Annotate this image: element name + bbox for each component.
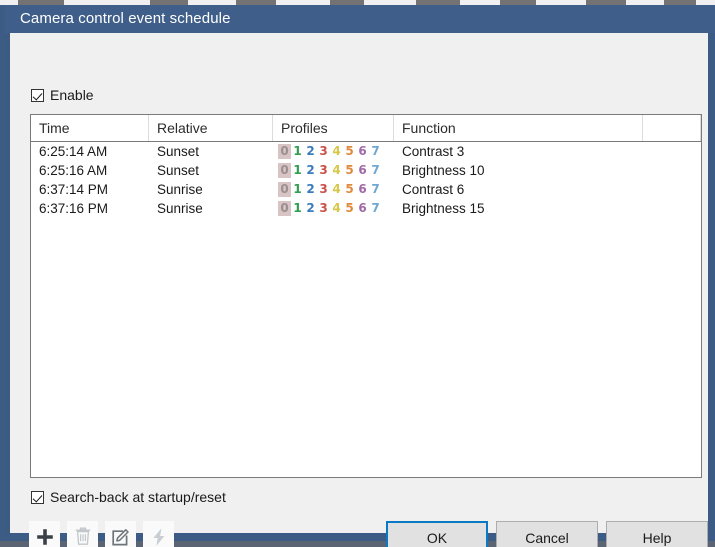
profile-digit-1: 1 (293, 201, 302, 215)
profile-digit-6: 6 (358, 201, 367, 215)
title-bar: Camera control event schedule (5, 5, 715, 33)
cell-function: Contrast 3 (402, 144, 465, 159)
lightning-bolt-icon (152, 527, 164, 546)
profile-digit-7: 7 (371, 163, 380, 177)
plus-icon (36, 528, 53, 545)
profile-digit-4: 4 (332, 163, 341, 177)
column-header-spare[interactable] (643, 115, 701, 141)
window-title: Camera control event schedule (20, 10, 231, 27)
cell-time: 6:37:16 PM (39, 201, 109, 216)
cell-profiles: 01234567 (273, 161, 394, 180)
profile-digit-6: 6 (358, 182, 367, 196)
profile-digit-0: 0 (278, 163, 291, 178)
profile-digit-1: 1 (293, 144, 302, 158)
delete-event-button (67, 521, 98, 547)
profile-digit-1: 1 (293, 182, 302, 196)
cell-function: Brightness 10 (402, 163, 485, 178)
table-row[interactable]: 6:25:14 AM Sunset 0 1 2 3 4 5 6 7 Contrast 3 (31, 142, 701, 161)
profile-digit-1: 1 (293, 163, 302, 177)
profile-digit-3: 3 (319, 163, 328, 177)
cancel-button[interactable]: Cancel (496, 521, 598, 547)
enable-checkbox[interactable]: Enable (31, 87, 94, 103)
profile-digit-4: 4 (332, 144, 341, 158)
profile-digit-5: 5 (345, 201, 354, 215)
cell-time: 6:37:14 PM (39, 182, 109, 197)
help-button-label: Help (642, 529, 672, 546)
profile-digit-7: 7 (371, 144, 380, 158)
edit-pencil-icon (111, 528, 129, 545)
cell-relative: Sunrise (157, 182, 203, 197)
cell-profiles: 01234567 (273, 199, 394, 218)
cell-relative: Sunset (157, 144, 200, 159)
dialog-client-area: Enable Time Relative Profiles Function 6:25… (10, 33, 708, 547)
cell-profiles: 01234567 (273, 180, 394, 199)
profile-digit-3: 3 (319, 182, 328, 196)
profile-digit-2: 2 (306, 144, 315, 158)
list-body[interactable]: 6:25:14 AM Sunset 0 1 2 3 4 5 6 7 Contrast 3 6:25:1… (31, 142, 701, 478)
cell-time: 6:25:14 AM (39, 144, 108, 159)
profile-digit-3: 3 (319, 201, 328, 215)
search-back-checkbox[interactable]: Search-back at startup/reset (31, 489, 226, 505)
enable-checkbox-label: Enable (50, 87, 94, 103)
ok-button-label: OK (426, 529, 448, 546)
profile-digit-2: 2 (306, 201, 315, 215)
cancel-button-label: Cancel (525, 529, 569, 546)
column-header-profiles[interactable]: Profiles (273, 115, 394, 141)
profile-digit-4: 4 (332, 201, 341, 215)
list-header-row: Time Relative Profiles Function (31, 115, 701, 142)
profile-digit-3: 3 (319, 144, 328, 158)
edit-event-button[interactable] (105, 521, 136, 547)
add-event-button[interactable] (29, 521, 60, 547)
cell-function: Brightness 15 (402, 201, 485, 216)
ok-button[interactable]: OK (386, 521, 488, 547)
column-header-function[interactable]: Function (394, 115, 643, 141)
profile-digit-0: 0 (278, 182, 291, 197)
screen: Camera control event schedule Enable Tim… (0, 0, 715, 547)
cell-relative: Sunset (157, 163, 200, 178)
search-back-checkbox-label: Search-back at startup/reset (50, 489, 226, 505)
profile-digit-6: 6 (358, 163, 367, 177)
run-event-button (143, 521, 174, 547)
cell-time: 6:25:16 AM (39, 163, 108, 178)
profile-digit-7: 7 (371, 182, 380, 196)
profile-digit-5: 5 (345, 163, 354, 177)
trash-icon (75, 527, 90, 545)
profile-digit-6: 6 (358, 144, 367, 158)
cell-profiles: 01234567 (273, 142, 394, 161)
profile-digit-4: 4 (332, 182, 341, 196)
profile-digit-7: 7 (371, 201, 380, 215)
column-header-time[interactable]: Time (31, 115, 149, 141)
checkbox-check-icon (31, 490, 44, 504)
dialog-window: Camera control event schedule Enable Tim… (0, 5, 715, 547)
profile-digit-0: 0 (278, 144, 291, 159)
checkbox-check-icon (31, 88, 44, 102)
cell-function: Contrast 6 (402, 182, 465, 197)
table-row[interactable]: 6:25:16 AM Sunset 0 1 2 3 4 5 6 7 Brightness 10 (31, 161, 701, 180)
profile-digit-2: 2 (306, 182, 315, 196)
help-button[interactable]: Help (606, 521, 708, 547)
profile-digit-5: 5 (345, 182, 354, 196)
cell-relative: Sunrise (157, 201, 203, 216)
profile-digit-0: 0 (278, 201, 291, 216)
profile-digit-5: 5 (345, 144, 354, 158)
table-row[interactable]: 6:37:14 PM Sunrise 0 1 2 3 4 5 6 7 Contrast 6 (31, 180, 701, 199)
profile-digit-2: 2 (306, 163, 315, 177)
column-header-relative[interactable]: Relative (149, 115, 273, 141)
event-schedule-list[interactable]: Time Relative Profiles Function 6:25:14 AM S… (30, 114, 702, 478)
table-row[interactable]: 6:37:16 PM Sunrise 0 1 2 3 4 5 6 7 Brightness 15 (31, 199, 701, 218)
